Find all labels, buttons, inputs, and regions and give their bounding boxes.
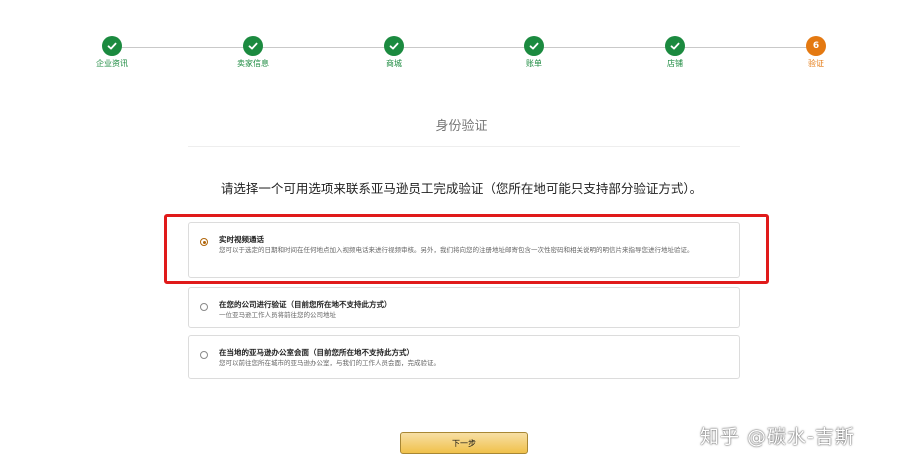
step-check-icon: [524, 36, 544, 56]
progress-stepper: 企业资讯 卖家信息 商城 账单 店铺 6 验证: [0, 0, 923, 80]
page-title: 身份验证: [435, 119, 488, 134]
step-label: 商城: [386, 59, 402, 68]
step-label: 卖家信息: [237, 59, 269, 68]
step-label: 企业资讯: [96, 59, 128, 68]
step-5: 店铺: [620, 36, 730, 69]
watermark: 知乎 @碳水-吉斯: [700, 426, 855, 448]
radio-button[interactable]: [200, 303, 208, 311]
step-current-indicator: 6: [806, 36, 826, 56]
step-check-icon: [243, 36, 263, 56]
verification-option-company-visit[interactable]: 在您的公司进行验证（目前您所在地不支持此方式） 一位亚马逊工作人员将前往您的公司…: [188, 287, 740, 328]
step-4: 账单: [479, 36, 589, 69]
step-6: 6 验证: [761, 36, 871, 69]
step-label: 店铺: [667, 59, 683, 68]
step-check-icon: [102, 36, 122, 56]
step-label: 验证: [808, 59, 824, 68]
next-button[interactable]: 下一步: [400, 432, 528, 454]
step-2: 卖家信息: [198, 36, 308, 69]
step-3: 商城: [339, 36, 449, 69]
step-number: 6: [812, 40, 820, 51]
step-1: 企业资讯: [57, 36, 167, 69]
option-description: 一位亚马逊工作人员将前往您的公司地址: [219, 311, 336, 319]
instruction-text: 请选择一个可用选项来联系亚马逊员工完成验证（您所在地可能只支持部分验证方式）。: [220, 181, 703, 196]
step-check-icon: [665, 36, 685, 56]
step-check-icon: [384, 36, 404, 56]
step-label: 账单: [526, 59, 542, 68]
red-highlight-box: [164, 214, 769, 284]
option-title: 在当地的亚马逊办公室会面（目前您所在地不支持此方式）: [219, 348, 414, 357]
option-title: 在您的公司进行验证（目前您所在地不支持此方式）: [219, 300, 392, 309]
verification-option-office-meeting[interactable]: 在当地的亚马逊办公室会面（目前您所在地不支持此方式） 您可以前往您所在城市的亚马…: [188, 335, 740, 379]
radio-button[interactable]: [200, 351, 208, 359]
option-description: 您可以前往您所在城市的亚马逊办公室，与我们的工作人员会面，完成验证。: [219, 359, 440, 367]
title-divider: [188, 146, 740, 147]
